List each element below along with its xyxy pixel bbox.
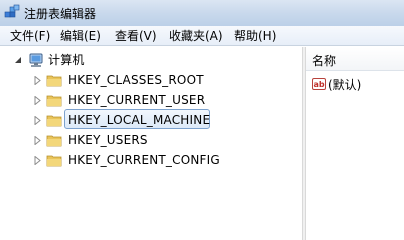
- svg-text:ab: ab: [313, 80, 324, 89]
- column-header-name[interactable]: 名称: [306, 47, 404, 71]
- regedit-app-icon: [4, 4, 20, 18]
- expand-arrow-icon[interactable]: [33, 76, 42, 85]
- title-bar: 注册表编辑器: [0, 0, 404, 26]
- expand-arrow-icon[interactable]: [33, 96, 42, 105]
- expand-arrow-icon[interactable]: [33, 116, 42, 125]
- tree-node-hkey-current-config[interactable]: HKEY_CURRENT_CONFIG: [0, 151, 300, 169]
- values-list-pane[interactable]: 名称 ab (默认): [306, 47, 404, 240]
- menu-edit[interactable]: 编辑(E): [58, 28, 103, 44]
- tree-node-hkey-current-user[interactable]: HKEY_CURRENT_USER: [0, 91, 300, 109]
- menu-view[interactable]: 查看(V): [113, 28, 159, 44]
- folder-icon: [46, 155, 62, 167]
- folder-icon: [46, 115, 62, 127]
- registry-tree-pane[interactable]: 计算机 HKEY_CLASSES_ROOT HKEY_CURRENT_USER: [0, 47, 302, 240]
- collapse-arrow-icon[interactable]: [14, 56, 23, 65]
- tree-node-label: HKEY_CURRENT_CONFIG: [68, 153, 220, 167]
- tree-node-hkey-local-machine[interactable]: HKEY_LOCAL_MACHINE: [0, 111, 300, 129]
- folder-icon: [46, 135, 62, 147]
- menu-file[interactable]: 文件(F): [8, 28, 52, 44]
- tree-node-computer[interactable]: 计算机: [0, 51, 300, 69]
- expand-arrow-icon[interactable]: [33, 156, 42, 165]
- value-name-default[interactable]: (默认): [328, 76, 361, 93]
- string-value-icon: ab: [312, 78, 326, 90]
- computer-icon: [29, 53, 43, 67]
- expand-arrow-icon[interactable]: [33, 136, 42, 145]
- tree-node-hkey-users[interactable]: HKEY_USERS: [0, 131, 300, 149]
- tree-node-label: HKEY_CLASSES_ROOT: [68, 73, 204, 87]
- menu-help[interactable]: 帮助(H): [232, 28, 278, 44]
- menu-bar: 文件(F) 编辑(E) 查看(V) 收藏夹(A) 帮助(H): [0, 26, 404, 46]
- tree-node-label: 计算机: [48, 53, 85, 67]
- window-title: 注册表编辑器: [24, 7, 97, 21]
- tree-node-label: HKEY_CURRENT_USER: [68, 93, 206, 107]
- folder-icon: [46, 75, 62, 87]
- tree-node-label: HKEY_USERS: [68, 133, 148, 147]
- folder-icon: [46, 95, 62, 107]
- tree-node-label: HKEY_LOCAL_MACHINE: [68, 113, 211, 127]
- tree-node-hkey-classes-root[interactable]: HKEY_CLASSES_ROOT: [0, 71, 300, 89]
- column-header-label: 名称: [312, 54, 337, 68]
- menu-favorites[interactable]: 收藏夹(A): [167, 28, 225, 44]
